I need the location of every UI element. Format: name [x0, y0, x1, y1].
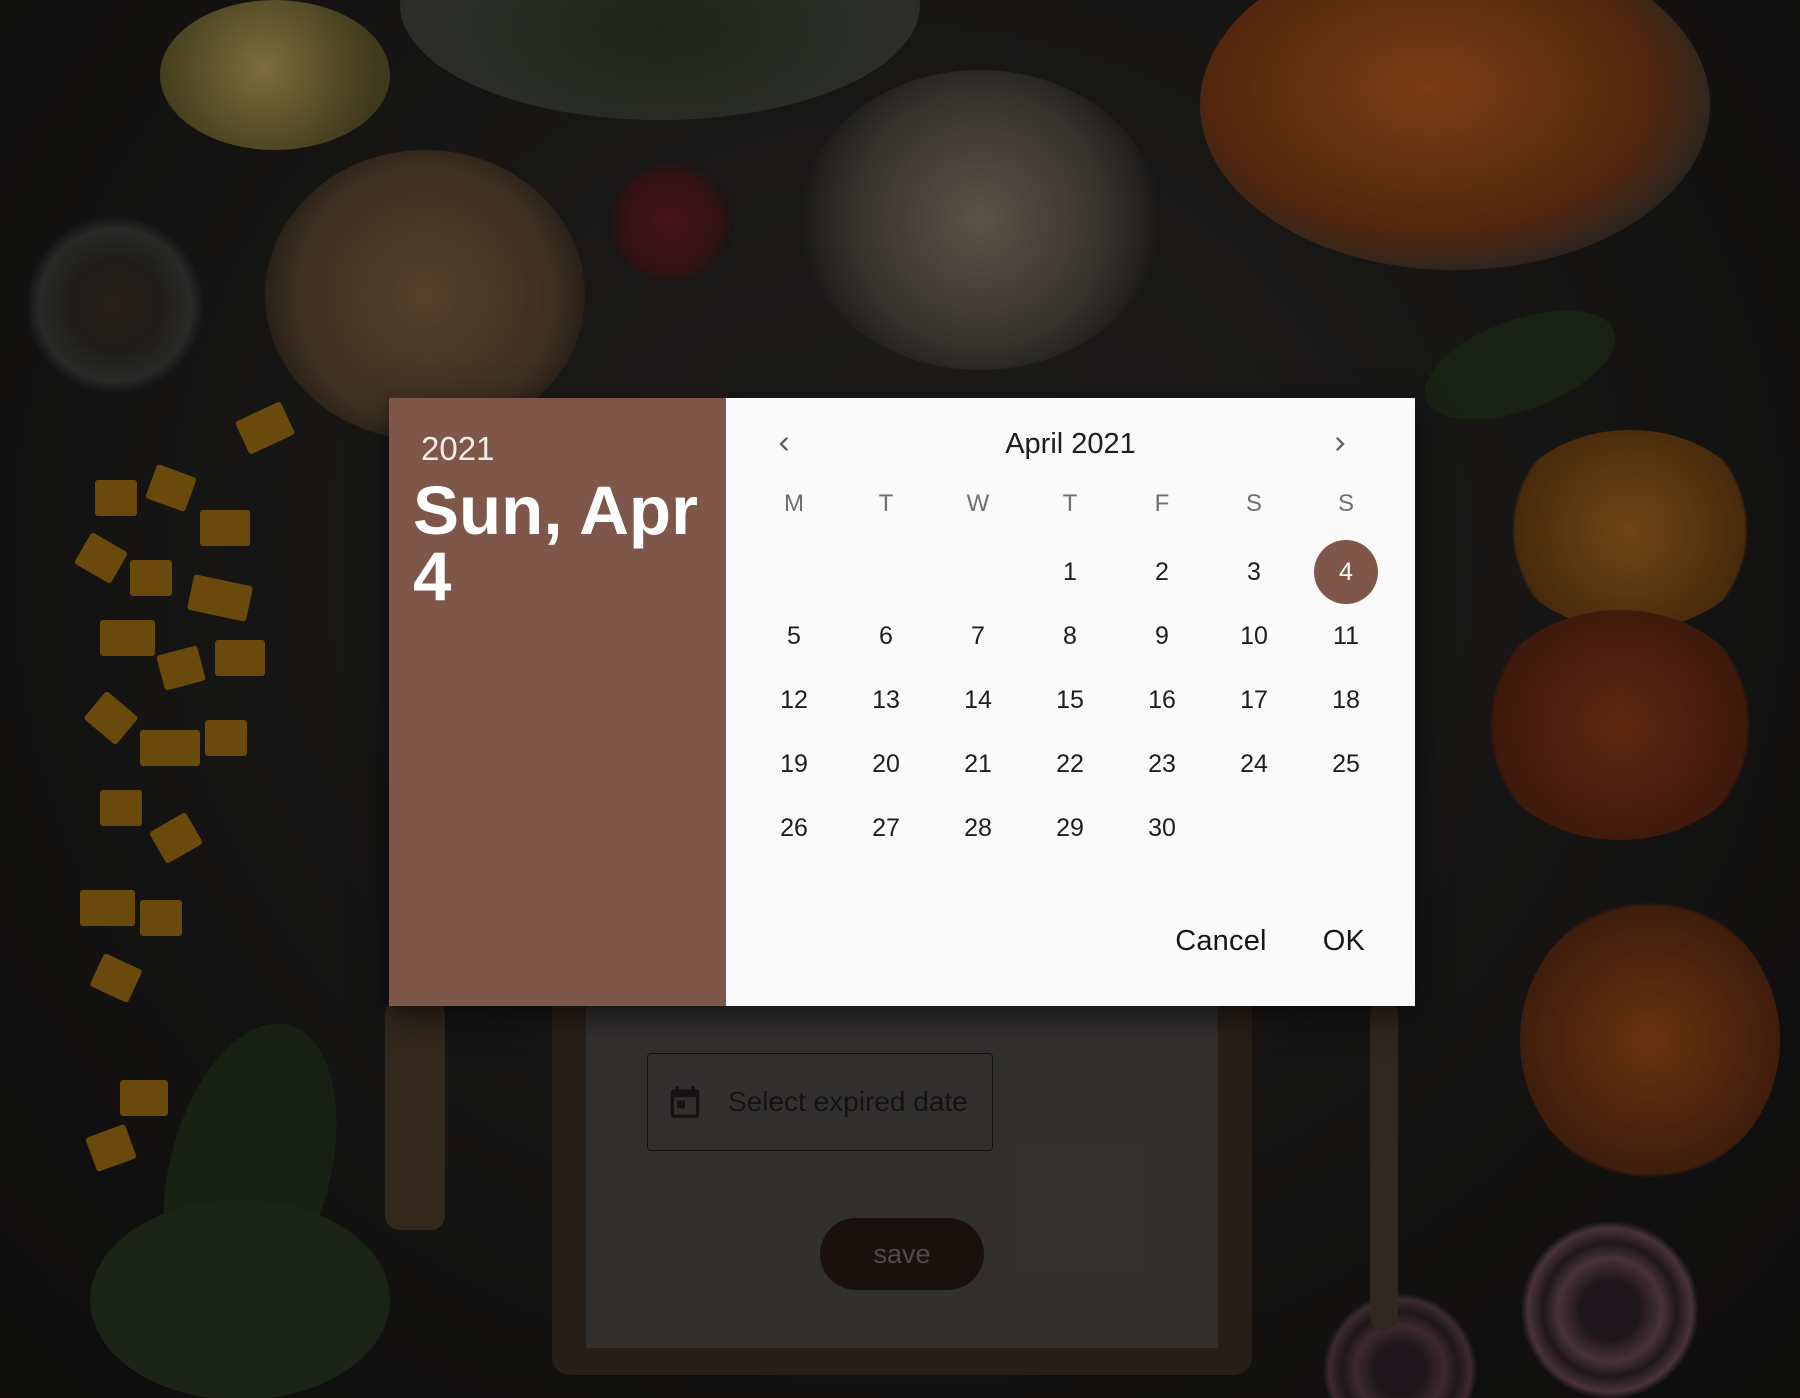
- day-button[interactable]: 13: [854, 668, 918, 732]
- calendar-cell: 26: [748, 796, 840, 860]
- day-button[interactable]: 8: [1038, 604, 1102, 668]
- calendar-cell: 4: [1300, 540, 1392, 604]
- day-button[interactable]: 17: [1222, 668, 1286, 732]
- day-button[interactable]: 3: [1222, 540, 1286, 604]
- day-button[interactable]: 28: [946, 796, 1010, 860]
- calendar-cell: 9: [1116, 604, 1208, 668]
- calendar-cell: [1300, 796, 1392, 860]
- day-button[interactable]: 12: [762, 668, 826, 732]
- day-button[interactable]: 11: [1314, 604, 1378, 668]
- calendar-cell: 11: [1300, 604, 1392, 668]
- calendar-cell: 27: [840, 796, 932, 860]
- day-button[interactable]: 22: [1038, 732, 1102, 796]
- calendar-cell: 15: [1024, 668, 1116, 732]
- calendar-cell: 14: [932, 668, 1024, 732]
- weekday-label: T: [1062, 490, 1078, 517]
- calendar-cell: [840, 540, 932, 604]
- day-button[interactable]: 27: [854, 796, 918, 860]
- day-button[interactable]: 23: [1130, 732, 1194, 796]
- calendar-cell: 24: [1208, 732, 1300, 796]
- calendar-week-row: 5 6 7 8 9 10 11: [748, 604, 1392, 668]
- calendar-cell: 28: [932, 796, 1024, 860]
- calendar-cell: 7: [932, 604, 1024, 668]
- next-month-button[interactable]: [1320, 424, 1360, 464]
- calendar-cell: 25: [1300, 732, 1392, 796]
- day-button[interactable]: 26: [762, 796, 826, 860]
- day-button[interactable]: 24: [1222, 732, 1286, 796]
- weekday-label: S: [1245, 490, 1262, 517]
- calendar-body: April 2021 M T W T F S S 1 2 3 4 5 6 7 8 9 10 11 12…: [726, 398, 1415, 1006]
- calendar-week-row: 26 27 28 29 30: [748, 796, 1392, 860]
- weekday-label: W: [966, 490, 990, 517]
- calendar-cell: [748, 540, 840, 604]
- chevron-right-icon: [1336, 437, 1345, 451]
- day-button[interactable]: 15: [1038, 668, 1102, 732]
- cancel-button[interactable]: Cancel: [1163, 915, 1278, 968]
- calendar-cell: 29: [1024, 796, 1116, 860]
- calendar-cell: 19: [748, 732, 840, 796]
- calendar-cell: [1208, 796, 1300, 860]
- day-button[interactable]: 1: [1038, 540, 1102, 604]
- day-button[interactable]: 14: [946, 668, 1010, 732]
- calendar-cell: 18: [1300, 668, 1392, 732]
- calendar-cell: 13: [840, 668, 932, 732]
- day-button[interactable]: 6: [854, 604, 918, 668]
- calendar-cell: 1: [1024, 540, 1116, 604]
- header-year[interactable]: 2021: [421, 430, 494, 468]
- day-button[interactable]: 29: [1038, 796, 1102, 860]
- calendar-week-row: 1234: [748, 540, 1392, 604]
- calendar-grid: M T W T F S S 1 2 3 4 5 6 7 8 9 10 11 12 13 14 15 16 17 1…: [748, 490, 1392, 860]
- day-button[interactable]: 18: [1314, 668, 1378, 732]
- header-selected-date: Sun, Apr 4: [413, 472, 698, 615]
- calendar-cell: 5: [748, 604, 840, 668]
- calendar-cell: 23: [1116, 732, 1208, 796]
- calendar-week-row: 19 20 21 22 23 24 25: [748, 732, 1392, 796]
- calendar-cell: 3: [1208, 540, 1300, 604]
- calendar-cell: 2: [1116, 540, 1208, 604]
- day-button[interactable]: 21: [946, 732, 1010, 796]
- calendar-cell: 20: [840, 732, 932, 796]
- day-button[interactable]: 16: [1130, 668, 1194, 732]
- calendar-cell: 22: [1024, 732, 1116, 796]
- date-picker-header: 2021 Sun, Apr 4: [389, 398, 726, 1006]
- calendar-cell: 17: [1208, 668, 1300, 732]
- calendar-cell: 16: [1116, 668, 1208, 732]
- selected-day[interactable]: 4: [1314, 540, 1378, 604]
- day-button[interactable]: 5: [762, 604, 826, 668]
- day-button[interactable]: 2: [1130, 540, 1194, 604]
- day-button[interactable]: 30: [1130, 796, 1194, 860]
- date-picker-dialog: 2021 Sun, Apr 4 April 2021 M T W T F S S: [389, 398, 1415, 1006]
- calendar-cell: 10: [1208, 604, 1300, 668]
- calendar-weeks: 1 2 3 4 5 6 7 8 9 10 11 12 13 14 15 16 17 18 19 20 21 22 23 24 2…: [748, 540, 1392, 860]
- calendar-cell: 12: [748, 668, 840, 732]
- calendar-week-row: 12 13 14 15 16 17 18: [748, 668, 1392, 732]
- calendar-cell: 6: [840, 604, 932, 668]
- weekday-label: S: [1337, 490, 1354, 517]
- day-button[interactable]: 10: [1222, 604, 1286, 668]
- calendar-cell: 21: [932, 732, 1024, 796]
- day-button[interactable]: 19: [762, 732, 826, 796]
- calendar-cell: [932, 540, 1024, 604]
- weekday-label: F: [1154, 490, 1170, 517]
- day-button[interactable]: 20: [854, 732, 918, 796]
- weekday-header-row: M T W T F S S: [748, 490, 1392, 540]
- dialog-actions: Cancel OK: [1163, 915, 1377, 968]
- day-button[interactable]: 7: [946, 604, 1010, 668]
- ok-button[interactable]: OK: [1311, 915, 1377, 968]
- month-label: April 2021: [1005, 428, 1136, 460]
- day-button[interactable]: 25: [1314, 732, 1378, 796]
- calendar-cell: 30: [1116, 796, 1208, 860]
- calendar-cell: 8: [1024, 604, 1116, 668]
- weekday-label: T: [878, 490, 894, 517]
- day-button[interactable]: 9: [1130, 604, 1194, 668]
- weekday-label: M: [784, 490, 804, 517]
